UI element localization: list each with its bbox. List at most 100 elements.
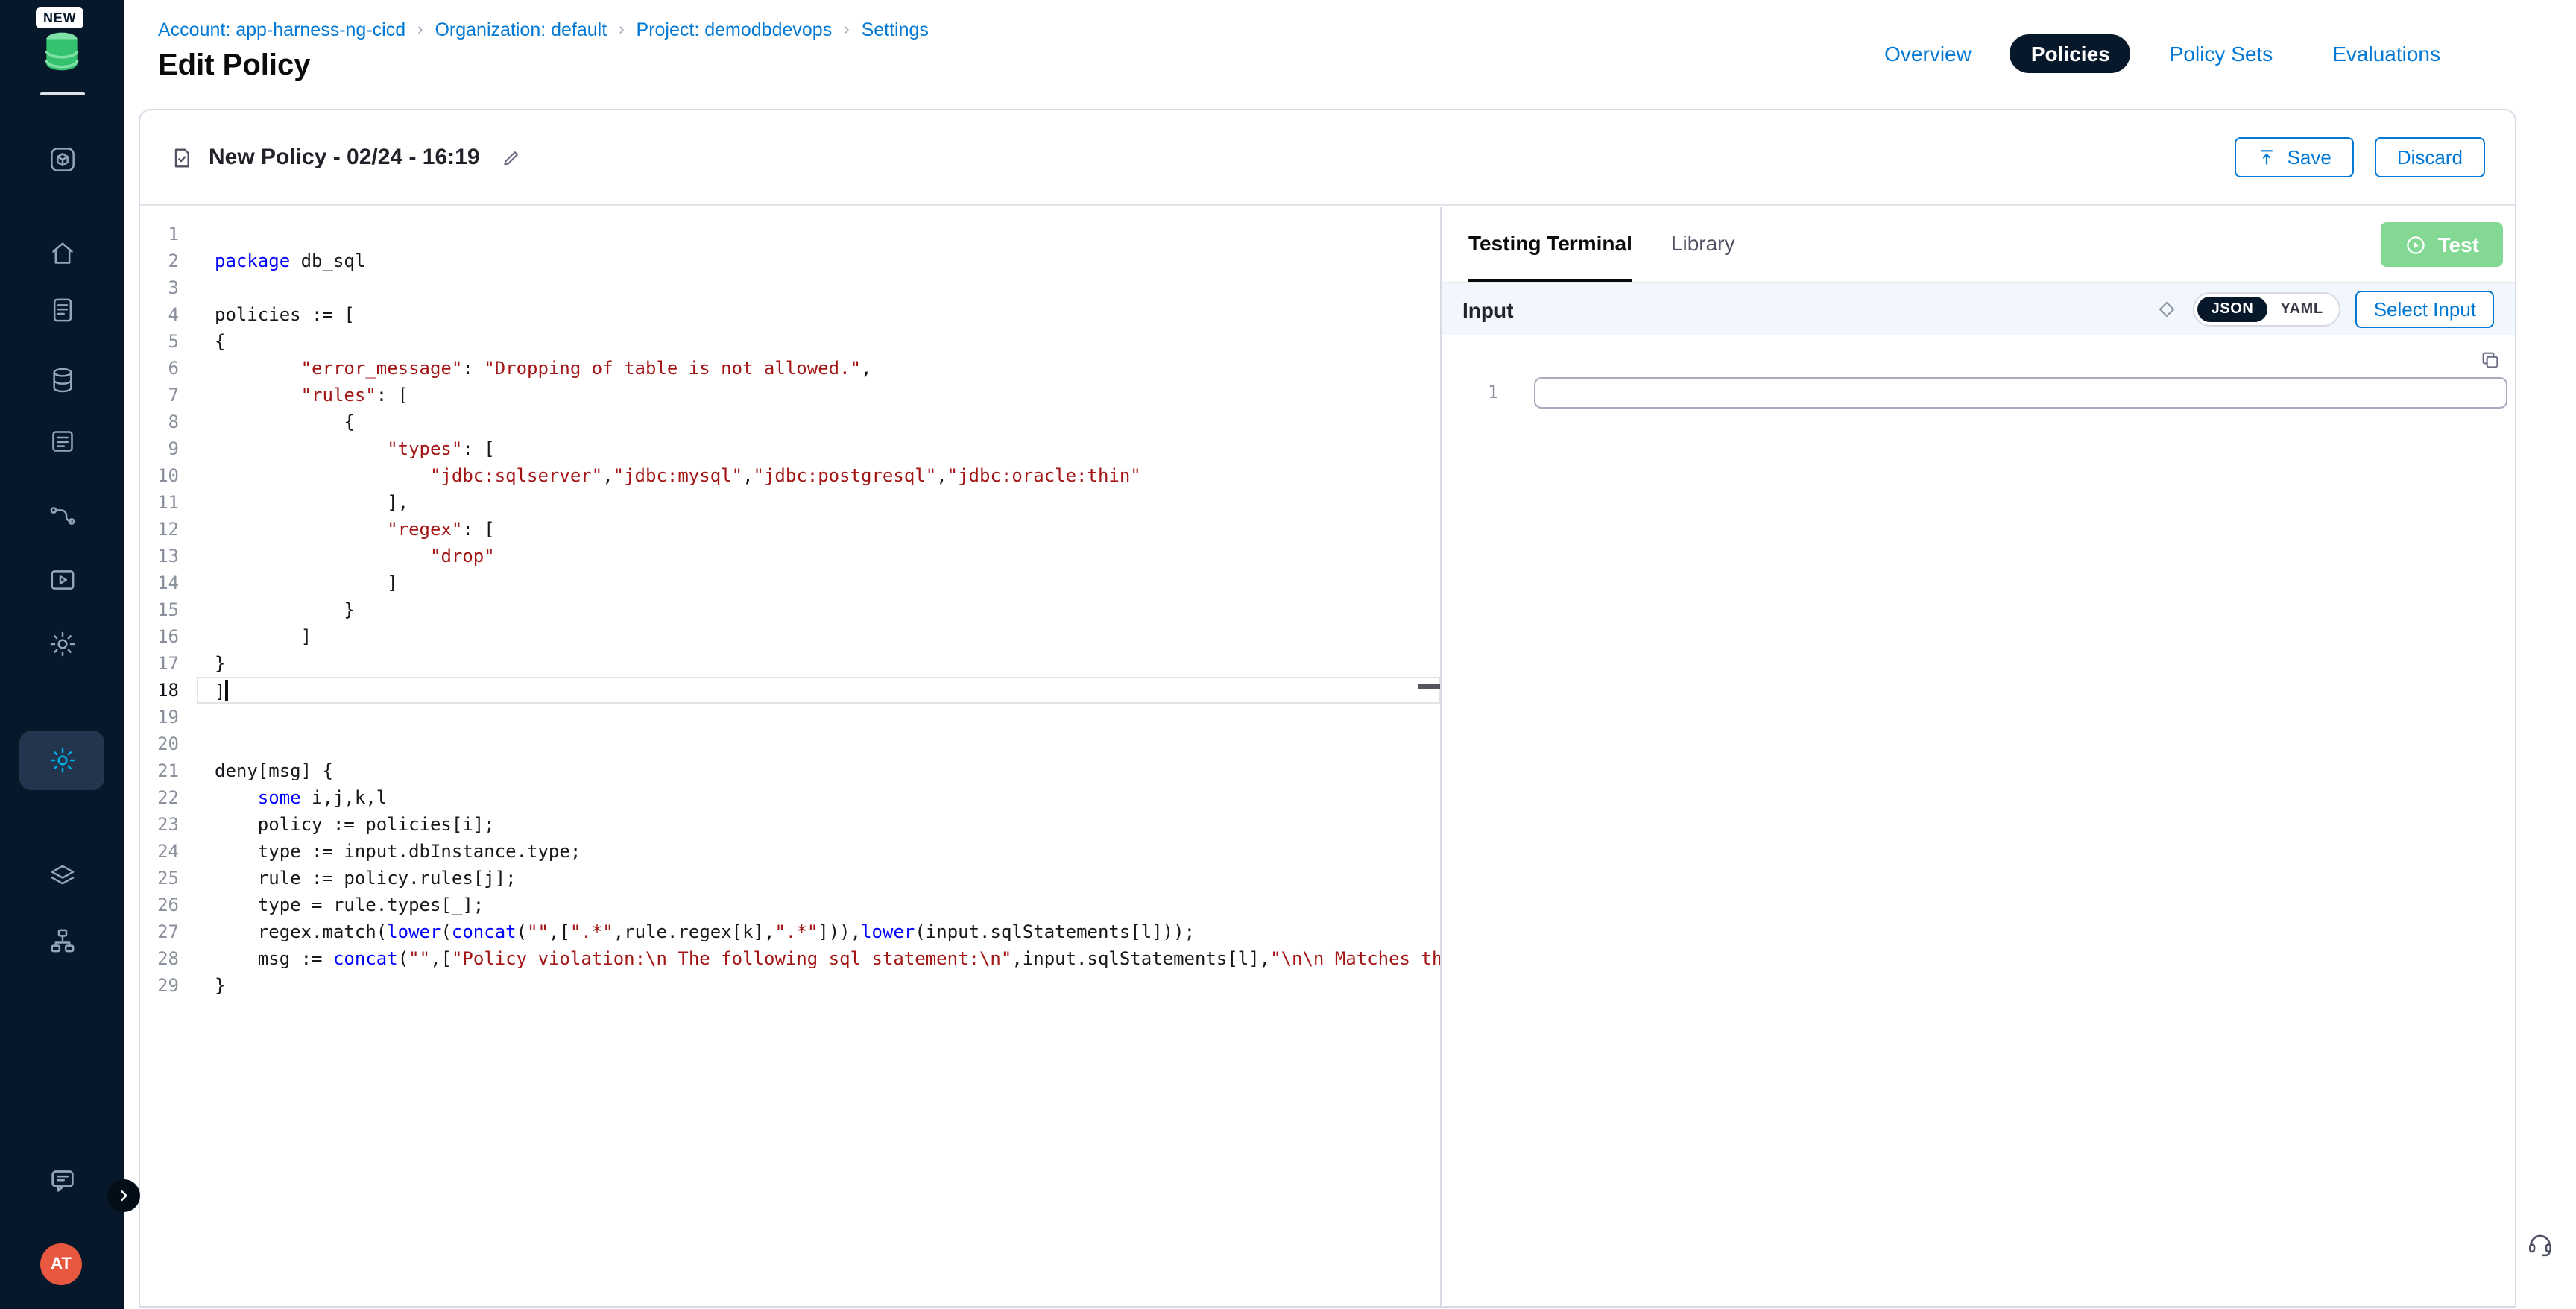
code-line[interactable]: 15 }: [140, 596, 1440, 623]
code-text: ],: [215, 489, 408, 516]
sidebar-item-project-setup[interactable]: [19, 614, 104, 674]
format-toggle[interactable]: JSONYAML: [2194, 292, 2341, 327]
code-line[interactable]: 12 "regex": [: [140, 516, 1440, 543]
sidebar-item-manifest[interactable]: [19, 280, 104, 340]
line-number: 14: [140, 570, 179, 596]
tab-library[interactable]: Library: [1671, 207, 1735, 282]
code-line[interactable]: 1: [140, 221, 1440, 247]
format-diamond-icon[interactable]: [2156, 298, 2179, 321]
project-setup-icon: [47, 629, 77, 659]
code-line[interactable]: 22 some i,j,k,l: [140, 784, 1440, 811]
line-number: 5: [140, 328, 179, 355]
sidebar-item-executions[interactable]: [19, 550, 104, 610]
module-switcher-icon: [47, 145, 77, 174]
line-number: 9: [140, 435, 179, 462]
code-line[interactable]: 13 "drop": [140, 543, 1440, 570]
sidebar-item-records[interactable]: [19, 411, 104, 471]
harness-db-devops-logo[interactable]: [39, 28, 85, 75]
test-button[interactable]: Test: [2381, 222, 2504, 267]
code-line[interactable]: 7 "rules": [: [140, 382, 1440, 409]
records-icon: [47, 426, 77, 456]
breadcrumb-item[interactable]: Account: app-harness-ng-cicd: [158, 19, 405, 40]
home-icon: [47, 239, 77, 268]
code-line[interactable]: 28 msg := concat("",["Policy violation:\…: [140, 945, 1440, 972]
line-number: 28: [140, 945, 179, 972]
line-number: 19: [140, 704, 179, 731]
discard-button[interactable]: Discard: [2375, 137, 2485, 177]
code-text: "types": [: [215, 435, 495, 462]
code-line[interactable]: 26 type = rule.types[_];: [140, 892, 1440, 918]
testing-pane: Testing TerminalLibrary Test Input: [1442, 207, 2515, 1306]
breadcrumb-item[interactable]: Settings: [862, 19, 929, 40]
sidebar-item-settings[interactable]: [19, 731, 104, 790]
sidebar-item-database[interactable]: [19, 350, 104, 410]
line-number: 2: [140, 247, 179, 274]
code-text: {: [215, 328, 225, 355]
code-text: ]: [215, 570, 398, 596]
select-input-button[interactable]: Select Input: [2356, 291, 2494, 328]
format-option-json[interactable]: JSON: [2198, 297, 2267, 322]
sidebar-item-pipelines[interactable]: [19, 486, 104, 546]
code-text: ]: [215, 677, 227, 704]
code-line[interactable]: 10 "jdbc:sqlserver","jdbc:mysql","jdbc:p…: [140, 462, 1440, 489]
code-line[interactable]: 11 ],: [140, 489, 1440, 516]
policy-icon: [170, 145, 194, 169]
chat-icon[interactable]: [19, 1151, 104, 1211]
tab-policies[interactable]: Policies: [2010, 34, 2131, 73]
code-line[interactable]: 17}: [140, 650, 1440, 677]
code-line[interactable]: 20: [140, 731, 1440, 757]
code-line[interactable]: 23 policy := policies[i];: [140, 811, 1440, 838]
code-text: }: [215, 650, 225, 677]
format-option-yaml[interactable]: YAML: [2267, 297, 2336, 322]
new-badge: NEW: [36, 7, 83, 28]
code-line[interactable]: 25 rule := policy.rules[j];: [140, 865, 1440, 892]
play-circle-icon: [2405, 233, 2428, 256]
code-text: "rules": [: [215, 382, 408, 409]
input-value-field[interactable]: [1534, 377, 2507, 409]
code-line[interactable]: 2package db_sql: [140, 247, 1440, 274]
input-line-number: 1: [1488, 382, 1498, 403]
avatar[interactable]: AT: [40, 1243, 82, 1285]
code-line[interactable]: 18]: [140, 677, 1440, 704]
code-line[interactable]: 4policies := [: [140, 301, 1440, 328]
tab-testing-terminal[interactable]: Testing Terminal: [1468, 207, 1632, 282]
line-number: 10: [140, 462, 179, 489]
sidebar-item-module-switcher[interactable]: [19, 130, 104, 189]
breadcrumb-separator: ›: [844, 21, 849, 39]
code-text: "regex": [: [215, 516, 495, 543]
line-number: 4: [140, 301, 179, 328]
code-line[interactable]: 14 ]: [140, 570, 1440, 596]
input-section-header: Input JSONYAML Select Input: [1442, 282, 2515, 335]
manifest-icon: [47, 295, 77, 325]
policy-code-editor[interactable]: 12package db_sql34policies := [5{6 "erro…: [140, 207, 1440, 1306]
tab-evaluations[interactable]: Evaluations: [2311, 34, 2461, 73]
breadcrumb-item[interactable]: Organization: default: [435, 19, 607, 40]
help-headset-icon[interactable]: [2525, 1228, 2558, 1261]
sidebar-item-home[interactable]: [19, 224, 104, 283]
tab-policy-sets[interactable]: Policy Sets: [2149, 34, 2294, 73]
breadcrumb-item[interactable]: Project: demodbdevops: [637, 19, 833, 40]
save-button[interactable]: Save: [2235, 137, 2354, 177]
code-line[interactable]: 19: [140, 704, 1440, 731]
code-line[interactable]: 5{: [140, 328, 1440, 355]
test-input-editor[interactable]: 1: [1442, 335, 2515, 1306]
tab-overview[interactable]: Overview: [1863, 34, 1992, 73]
code-line[interactable]: 24 type := input.dbInstance.type;: [140, 838, 1440, 865]
sidebar-item-layers[interactable]: [19, 847, 104, 906]
code-text: some i,j,k,l: [215, 784, 387, 811]
copy-icon[interactable]: [2479, 349, 2501, 371]
code-line[interactable]: 3: [140, 274, 1440, 301]
code-line[interactable]: 21deny[msg] {: [140, 757, 1440, 784]
code-line[interactable]: 27 regex.match(lower(concat("",[".*",rul…: [140, 918, 1440, 945]
code-line[interactable]: 8 {: [140, 409, 1440, 435]
line-number: 29: [140, 972, 179, 999]
sidebar-item-hierarchy[interactable]: [19, 911, 104, 971]
code-line[interactable]: 6 "error_message": "Dropping of table is…: [140, 355, 1440, 382]
sidebar-expand-toggle[interactable]: [107, 1179, 140, 1212]
code-text: "error_message": "Dropping of table is n…: [215, 355, 871, 382]
code-line[interactable]: 9 "types": [: [140, 435, 1440, 462]
save-label: Save: [2288, 146, 2332, 168]
code-line[interactable]: 29}: [140, 972, 1440, 999]
code-line[interactable]: 16 ]: [140, 623, 1440, 650]
edit-pencil-icon[interactable]: [501, 147, 522, 168]
